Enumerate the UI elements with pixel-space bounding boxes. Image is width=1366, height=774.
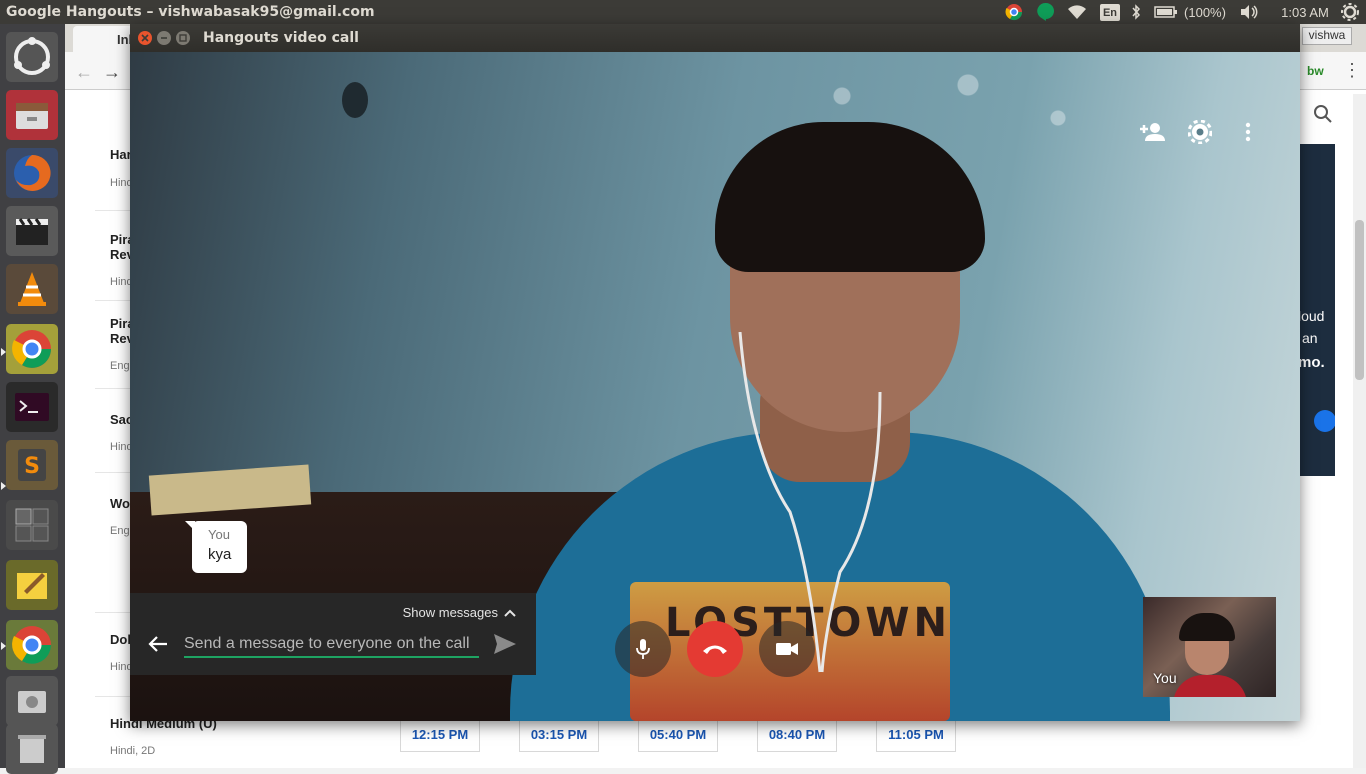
window-titlebar[interactable]: Hangouts video call [130, 24, 1300, 52]
movie-meta: Eng [110, 525, 130, 537]
scrollbar-thumb[interactable] [1355, 220, 1364, 380]
self-hair [1179, 613, 1235, 641]
self-view-label: You [1153, 670, 1177, 686]
microphone-button[interactable] [615, 621, 671, 677]
sublime-text-icon[interactable]: S [6, 440, 58, 490]
clock[interactable]: 1:03 AM [1274, 2, 1336, 22]
extension-icon[interactable]: bw [1307, 64, 1324, 78]
showtime-button[interactable]: 08:40 PM [757, 718, 837, 752]
video-editor-icon[interactable] [6, 206, 58, 256]
ad-text: mo. [1300, 354, 1325, 371]
svg-text:S: S [24, 454, 40, 479]
show-messages-toggle[interactable]: Show messages [403, 605, 516, 620]
hangouts-window: Hangouts video call LOSTTOWN You kya Sho… [130, 24, 1300, 721]
minimize-window-button[interactable] [157, 31, 171, 45]
search-icon[interactable] [1313, 104, 1333, 124]
microphone-icon [636, 639, 650, 659]
files-icon[interactable] [6, 90, 58, 140]
movie-title[interactable]: Wo [110, 496, 130, 511]
self-view-thumbnail[interactable]: You [1143, 597, 1276, 697]
showtime-button[interactable]: 12:15 PM [400, 718, 480, 752]
showtime-button[interactable]: 05:40 PM [638, 718, 718, 752]
hangouts-tray-icon[interactable] [1035, 2, 1057, 22]
camera-button[interactable] [759, 621, 815, 677]
trash-icon[interactable] [6, 724, 58, 774]
system-settings-icon[interactable] [1340, 2, 1360, 22]
battery-icon[interactable] [1153, 2, 1179, 22]
vlc-icon[interactable] [6, 264, 58, 314]
showtime-button[interactable]: 11:05 PM [876, 718, 956, 752]
ad-banner[interactable]: loud an mo. [1300, 144, 1335, 476]
dash-icon[interactable] [6, 32, 58, 82]
close-window-button[interactable] [138, 31, 152, 45]
movie-title[interactable]: Dol [110, 632, 131, 647]
movie-meta: Hindi, 2D [110, 745, 156, 757]
message-panel: Show messages [130, 593, 536, 675]
chat-message-text: kya [208, 546, 232, 563]
more-options-icon[interactable] [1234, 118, 1262, 146]
remote-video-feed: LOSTTOWN You kya Show messages Send a me… [130, 52, 1300, 721]
self-shirt [1173, 675, 1247, 697]
movie-meta: Eng [110, 360, 130, 372]
firefox-icon[interactable] [6, 148, 58, 198]
forward-icon[interactable]: → [103, 62, 121, 83]
keyboard-layout-indicator[interactable]: En [1100, 4, 1120, 21]
wifi-icon[interactable] [1066, 2, 1088, 22]
chevron-up-icon [504, 609, 516, 617]
add-person-icon[interactable] [1138, 118, 1166, 146]
video-camera-icon [776, 643, 798, 655]
scrollbar[interactable] [1353, 94, 1366, 768]
user-badge[interactable]: vishwa [1302, 27, 1352, 45]
back-icon[interactable]: ← [75, 62, 93, 83]
window-title: Hangouts video call [203, 30, 359, 46]
workspace-switcher-icon[interactable] [6, 500, 58, 550]
hang-up-button[interactable] [687, 621, 743, 677]
showtime-button[interactable]: 03:15 PM [519, 718, 599, 752]
battery-percent: (100%) [1184, 4, 1226, 20]
send-icon[interactable] [493, 633, 517, 657]
chat-bubble: You kya [185, 521, 247, 573]
message-input[interactable] [184, 631, 479, 658]
settings-gear-icon[interactable] [1186, 118, 1214, 146]
wall-lamp [342, 82, 368, 118]
volume-icon[interactable] [1238, 2, 1260, 22]
disk-icon[interactable] [6, 676, 58, 726]
top-panel: Google Hangouts – vishwabasak95@gmail.co… [0, 0, 1366, 24]
chat-sender: You [208, 527, 230, 542]
show-messages-label: Show messages [402, 605, 498, 620]
back-arrow-icon[interactable] [147, 633, 169, 655]
text-editor-icon[interactable] [6, 560, 58, 610]
ad-text: an [1302, 330, 1318, 346]
active-window-title: Google Hangouts – vishwabasak95@gmail.co… [6, 4, 375, 20]
chrome-tray-icon[interactable] [1003, 2, 1025, 22]
launcher: S [0, 24, 65, 774]
chrome-icon[interactable] [6, 620, 58, 670]
menu-icon[interactable]: ⋮ [1343, 60, 1361, 81]
hang-up-phone-icon [703, 645, 727, 654]
movie-title[interactable]: Har [110, 147, 132, 162]
bluetooth-icon[interactable] [1129, 2, 1143, 22]
ad-button[interactable] [1314, 410, 1335, 432]
terminal-icon[interactable] [6, 382, 58, 432]
maximize-window-button[interactable] [176, 31, 190, 45]
chrome-icon[interactable] [6, 324, 58, 374]
ad-text: loud [1300, 308, 1325, 324]
